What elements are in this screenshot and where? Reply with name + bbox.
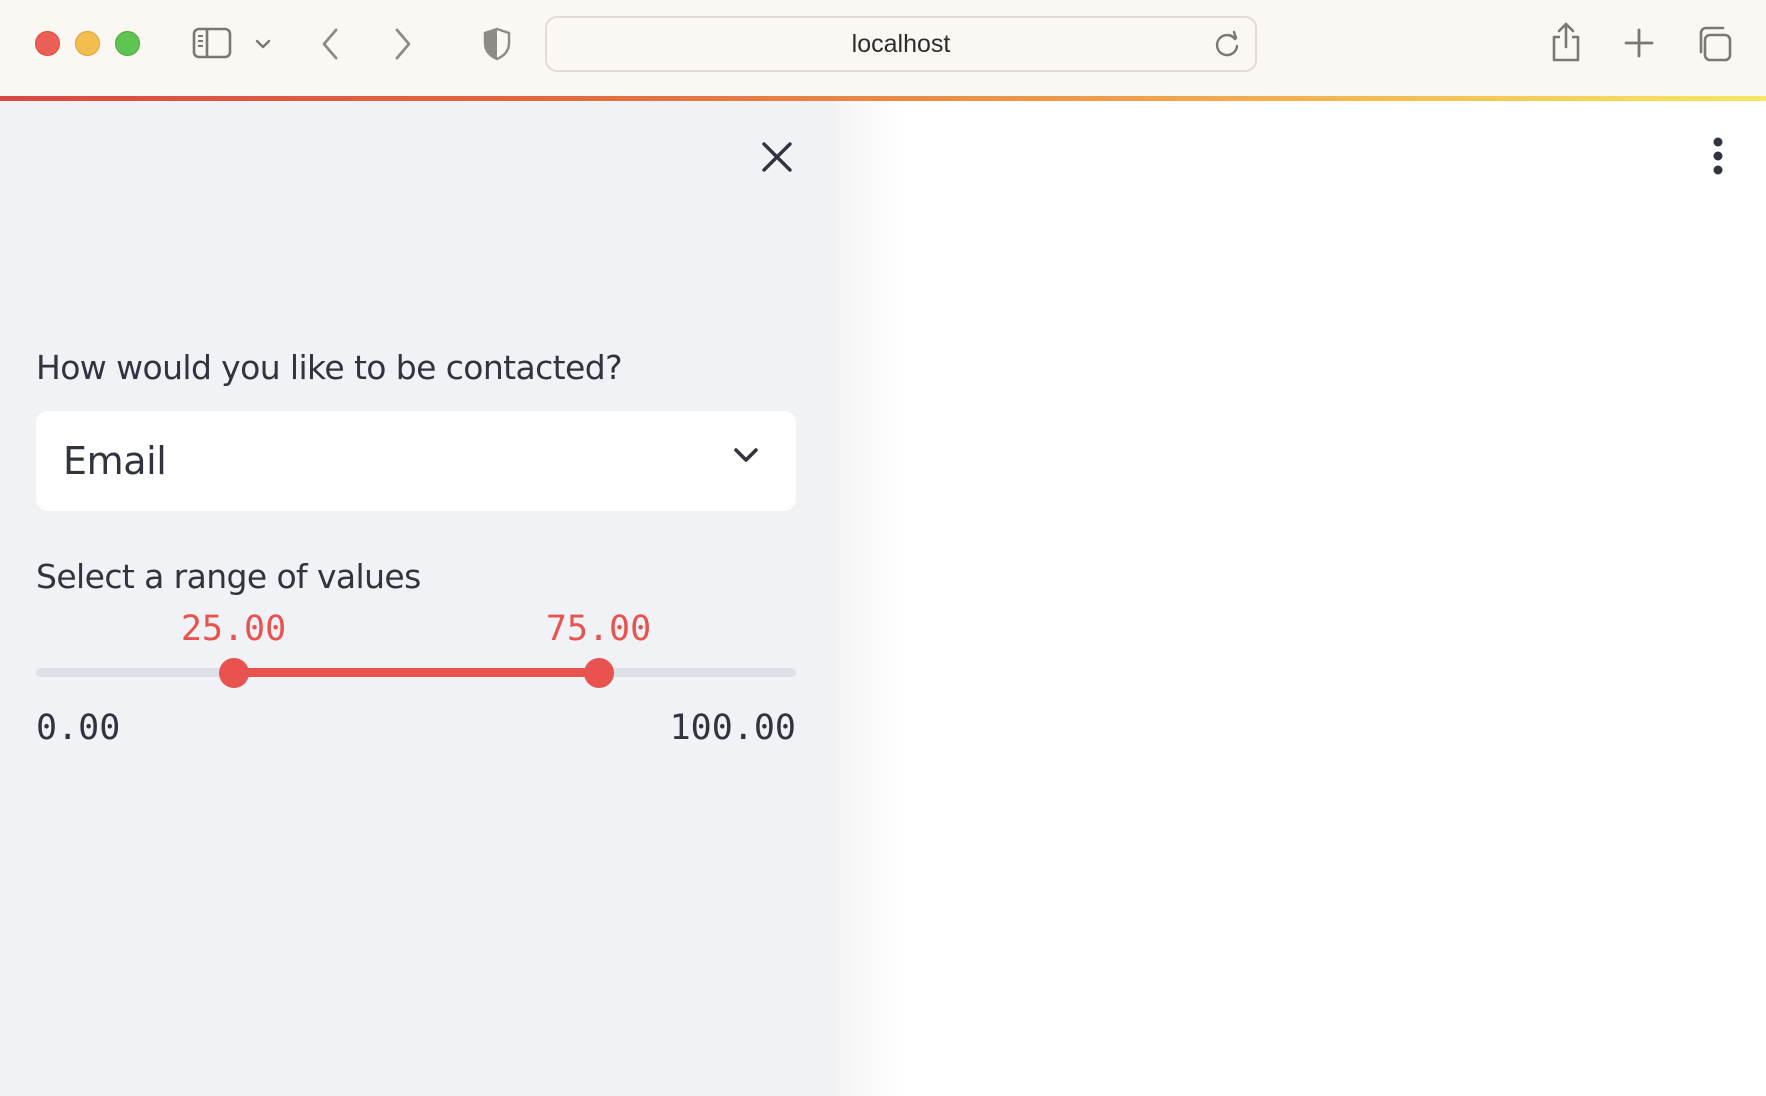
slider-high-value: 75.00 [545,609,652,649]
chevron-right-icon[interactable] [389,26,417,62]
contact-select-label: How would you like to be contacted? [36,348,623,387]
range-slider-label: Select a range of values [36,557,421,596]
range-slider-fill [233,668,599,677]
chevron-left-icon[interactable] [316,26,344,62]
slider-thumb-low[interactable] [218,658,249,688]
sidebar-icon[interactable] [190,25,234,61]
kebab-menu-icon [1712,137,1724,180]
shield-icon[interactable] [480,26,514,62]
browser-toolbar: localhost [0,0,1766,96]
address-text: localhost [851,29,951,58]
close-sidebar-button[interactable] [755,137,799,181]
plus-icon[interactable] [1622,26,1656,60]
window-zoom-button[interactable] [115,31,140,56]
reload-icon[interactable] [1213,30,1241,65]
slider-low-value: 25.00 [180,609,287,649]
chevron-down-icon[interactable] [253,34,273,54]
window-close-button[interactable] [35,31,60,56]
tabs-icon[interactable] [1694,24,1734,64]
address-bar[interactable]: localhost [545,16,1257,72]
slider-max-label: 100.00 [669,708,796,748]
close-icon [760,140,794,179]
contact-select[interactable]: Email [36,411,796,511]
sidebar-shadow [836,101,906,1096]
main-menu-button[interactable] [1698,136,1738,180]
sidebar [0,101,836,1096]
slider-thumb-high[interactable] [583,658,614,688]
chevron-down-icon [732,445,760,470]
share-icon[interactable] [1548,20,1584,64]
contact-select-value: Email [63,439,167,483]
window-minimize-button[interactable] [75,31,100,56]
slider-min-label: 0.00 [36,708,121,748]
